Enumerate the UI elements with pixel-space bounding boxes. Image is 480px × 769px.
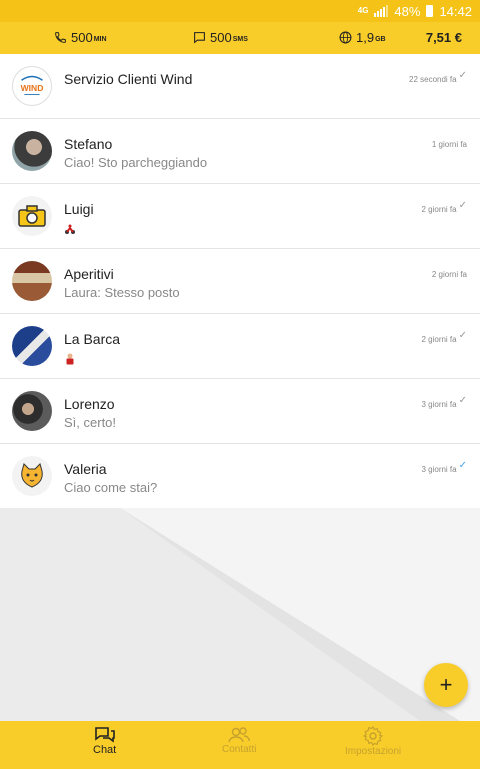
motorbike-emoji-icon [64,222,76,240]
bottom-navigation: Chat Contatti Impostazioni [0,721,480,769]
user-photo-icon [12,131,52,171]
read-check-icon: ✓ [458,200,467,211]
chat-time: 22 secondi fa ✓ [409,70,467,84]
tab-impostazioni[interactable]: Impostazioni [345,726,401,757]
chat-name: Stefano [64,136,113,152]
battery-icon [426,5,434,17]
chat-row-stefano[interactable]: Stefano Ciao! Sto parcheggiando 1 giorni… [0,119,480,184]
chat-list: WIND Servizio Clienti Wind 22 secondi fa… [0,54,480,509]
chat-row-aperitivi[interactable]: Aperitivi Laura: Stesso posto 2 giorni f… [0,249,480,314]
clock: 14:42 [439,3,472,19]
chat-time-label: 3 giorni fa [421,465,457,474]
delivered-check-icon: ✓ [458,460,467,471]
signal-icon [374,5,389,17]
user-photo-icon [12,391,52,431]
new-chat-button[interactable]: + [424,663,468,707]
status-bar: 4G 48% 14:42 [0,0,480,22]
chat-row-servizio-clienti-wind[interactable]: WIND Servizio Clienti Wind 22 secondi fa… [0,54,480,119]
tab-impostazioni-label: Impostazioni [345,746,402,757]
data-value: 1,9 [356,30,375,45]
minutes-unit: MIN [93,36,107,43]
minutes-value: 500 [71,30,93,45]
network-type: 4G [357,6,369,15]
contacts-icon [228,727,251,743]
chat-name: Servizio Clienti Wind [64,71,193,87]
phone-icon [55,32,66,43]
gear-icon [363,726,384,746]
chat-time-label: 22 secondi fa [409,75,457,84]
plan-summary-bar: 500 MIN 500 SMS 1,9 GB 7,51 € [0,22,480,54]
read-check-icon: ✓ [458,330,467,341]
chat-time: 3 giorni fa ✓ [421,395,467,409]
sms-value: 500 [210,30,232,45]
chat-time-label: 2 giorni fa [431,270,467,279]
chat-name: Lorenzo [64,396,115,412]
chat-preview: Laura: Stesso posto [64,285,180,300]
read-check-icon: ✓ [458,395,467,406]
tab-chat[interactable]: Chat [93,726,116,756]
sail-photo-icon [12,326,52,366]
read-check-icon: ✓ [458,70,467,81]
chat-name: Luigi [64,201,94,217]
message-icon [194,32,205,44]
camera-icon [12,196,52,236]
data-unit: GB [375,36,386,43]
credit-balance[interactable]: 7,51 € [426,30,462,45]
sms-unit: SMS [232,36,248,43]
tab-contatti[interactable]: Contatti [222,726,256,755]
chat-row-lorenzo[interactable]: Lorenzo Sì, certo! 3 giorni fa ✓ [0,379,480,444]
chat-name: Aperitivi [64,266,114,282]
chat-preview: Sì, certo! [64,415,117,430]
chat-time: 2 giorni fa ✓ [421,200,467,214]
chat-row-valeria[interactable]: Valeria Ciao come stai? 3 giorni fa ✓ [0,444,480,509]
chat-row-la-barca[interactable]: La Barca 2 giorni fa ✓ [0,314,480,379]
globe-icon [339,31,352,44]
person-emoji-icon [64,352,76,370]
chat-row-luigi[interactable]: Luigi 2 giorni fa ✓ [0,184,480,249]
chat-icon [94,727,115,743]
chat-time: 2 giorni fa [432,270,467,279]
sms-counter[interactable]: 500 SMS [193,30,248,45]
tab-contatti-label: Contatti [222,744,257,755]
chat-time: 1 giorni fa [432,140,467,149]
wind-logo-icon: WIND [12,66,52,106]
wind-logo-text: WIND [21,83,44,93]
chat-name: Valeria [64,461,107,477]
data-counter[interactable]: 1,9 GB [339,30,386,45]
chat-time: 3 giorni fa ✓ [421,460,467,474]
chat-time-label: 3 giorni fa [421,400,457,409]
empty-area-background [0,508,480,721]
battery-percent: 48% [394,3,421,19]
chat-preview: Ciao come stai? [64,480,158,495]
chat-name: La Barca [64,331,121,347]
group-photo-icon [12,261,52,301]
chat-time-label: 2 giorni fa [421,335,457,344]
cat-emoji-icon [12,456,52,496]
chat-time-label: 1 giorni fa [431,140,467,149]
chat-preview: Ciao! Sto parcheggiando [64,155,208,170]
chat-time: 2 giorni fa ✓ [421,330,467,344]
tab-chat-label: Chat [93,744,117,756]
chat-time-label: 2 giorni fa [421,205,457,214]
minutes-counter[interactable]: 500 MIN [54,30,107,45]
